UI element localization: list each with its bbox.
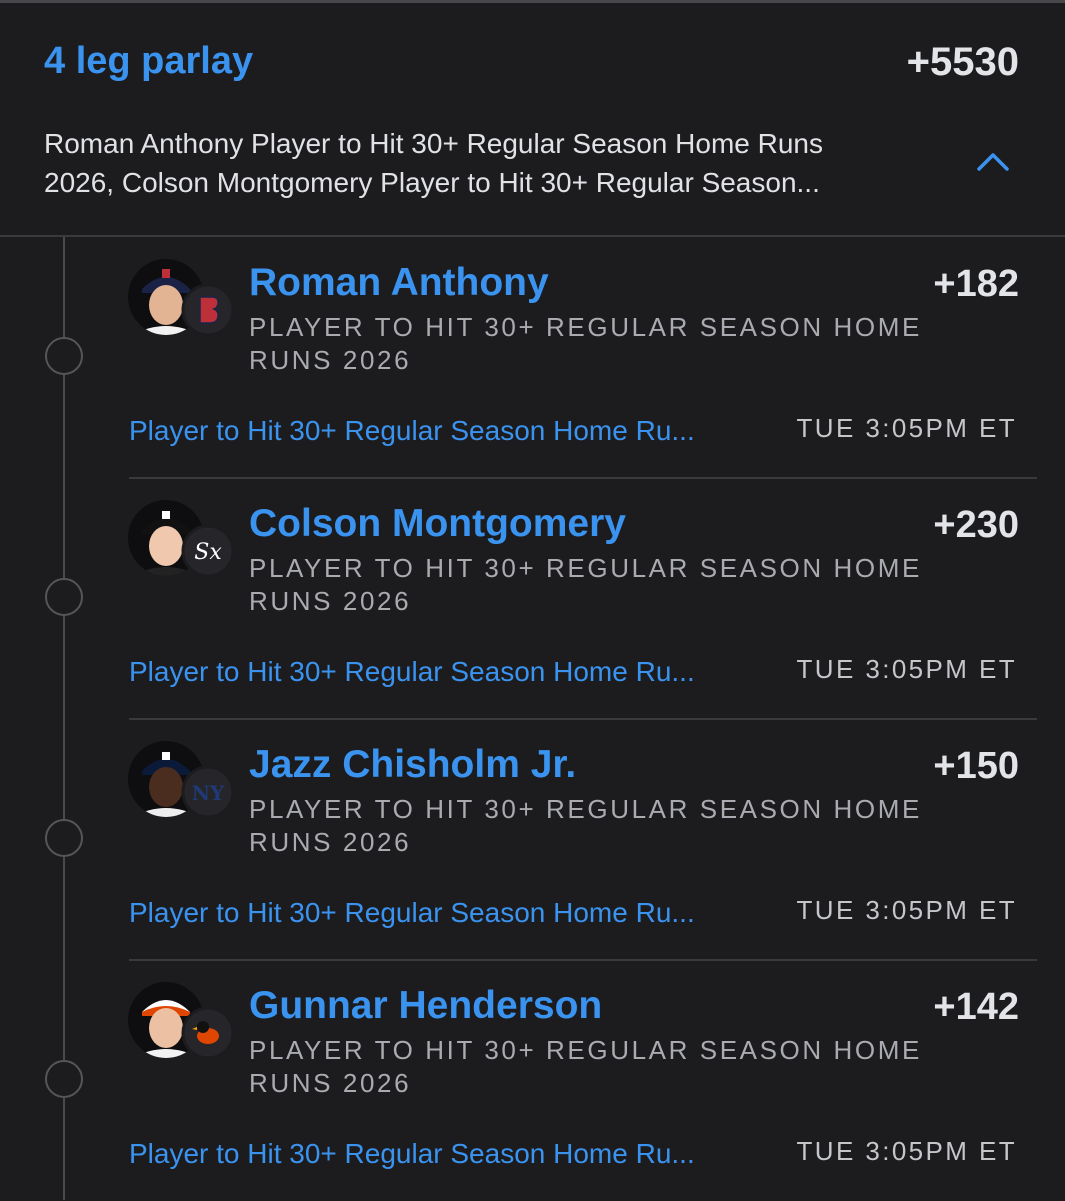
player-name[interactable]: Jazz Chisholm Jr.: [249, 743, 576, 787]
leg-odds: +142: [933, 986, 1019, 1028]
parlay-leg[interactable]: Gunnar Henderson +142 PLAYER TO HIT 30+ …: [0, 960, 1065, 1201]
svg-text:NY: NY: [192, 781, 225, 805]
orioles-logo-icon: [181, 1006, 235, 1060]
white-sox-logo-icon: Sx: [181, 524, 235, 578]
game-time: TUE 3:05PM ET: [796, 413, 1017, 443]
market-label: PLAYER TO HIT 30+ REGULAR SEASON HOME RU…: [249, 553, 922, 616]
parlay-leg[interactable]: Sx Colson Montgomery +230 PLAYER TO HIT …: [0, 478, 1065, 720]
player-name[interactable]: Gunnar Henderson: [249, 984, 602, 1028]
market-label: PLAYER TO HIT 30+ REGULAR SEASON HOME RU…: [249, 1035, 922, 1098]
game-time: TUE 3:05PM ET: [796, 1136, 1017, 1166]
game-time: TUE 3:05PM ET: [796, 895, 1017, 925]
timeline-node: [45, 578, 83, 616]
timeline-node: [45, 1060, 83, 1098]
parlay-leg[interactable]: NY Jazz Chisholm Jr. +150 PLAYER TO HIT …: [0, 719, 1065, 961]
timeline-node: [45, 337, 83, 375]
svg-text:Sx: Sx: [194, 540, 222, 565]
parlay-summary: Roman Anthony Player to Hit 30+ Regular …: [44, 124, 944, 202]
parlay-summary-line: Roman Anthony Player to Hit 30+ Regular …: [44, 128, 823, 159]
parlay-odds: +5530: [906, 40, 1019, 84]
red-sox-logo-icon: [181, 283, 235, 337]
parlay-leg[interactable]: Roman Anthony +182 PLAYER TO HIT 30+ REG…: [0, 237, 1065, 479]
market-label: PLAYER TO HIT 30+ REGULAR SEASON HOME RU…: [249, 312, 922, 375]
chevron-up-icon[interactable]: [971, 143, 1015, 179]
market-link[interactable]: Player to Hit 30+ Regular Season Home Ru…: [129, 1138, 695, 1170]
game-time: TUE 3:05PM ET: [796, 654, 1017, 684]
parlay-header[interactable]: 4 leg parlay +5530 Roman Anthony Player …: [0, 0, 1065, 236]
player-name[interactable]: Roman Anthony: [249, 261, 549, 305]
parlay-title: 4 leg parlay: [44, 40, 254, 82]
market-link[interactable]: Player to Hit 30+ Regular Season Home Ru…: [129, 415, 695, 447]
leg-odds: +150: [933, 745, 1019, 787]
timeline-node: [45, 819, 83, 857]
leg-odds: +182: [933, 263, 1019, 305]
player-name[interactable]: Colson Montgomery: [249, 502, 626, 546]
yankees-logo-icon: NY: [181, 765, 235, 819]
market-label: PLAYER TO HIT 30+ REGULAR SEASON HOME RU…: [249, 794, 922, 857]
parlay-summary-line: 2026, Colson Montgomery Player to Hit 30…: [44, 167, 820, 198]
market-link[interactable]: Player to Hit 30+ Regular Season Home Ru…: [129, 897, 695, 929]
market-link[interactable]: Player to Hit 30+ Regular Season Home Ru…: [129, 656, 695, 688]
leg-odds: +230: [933, 504, 1019, 546]
